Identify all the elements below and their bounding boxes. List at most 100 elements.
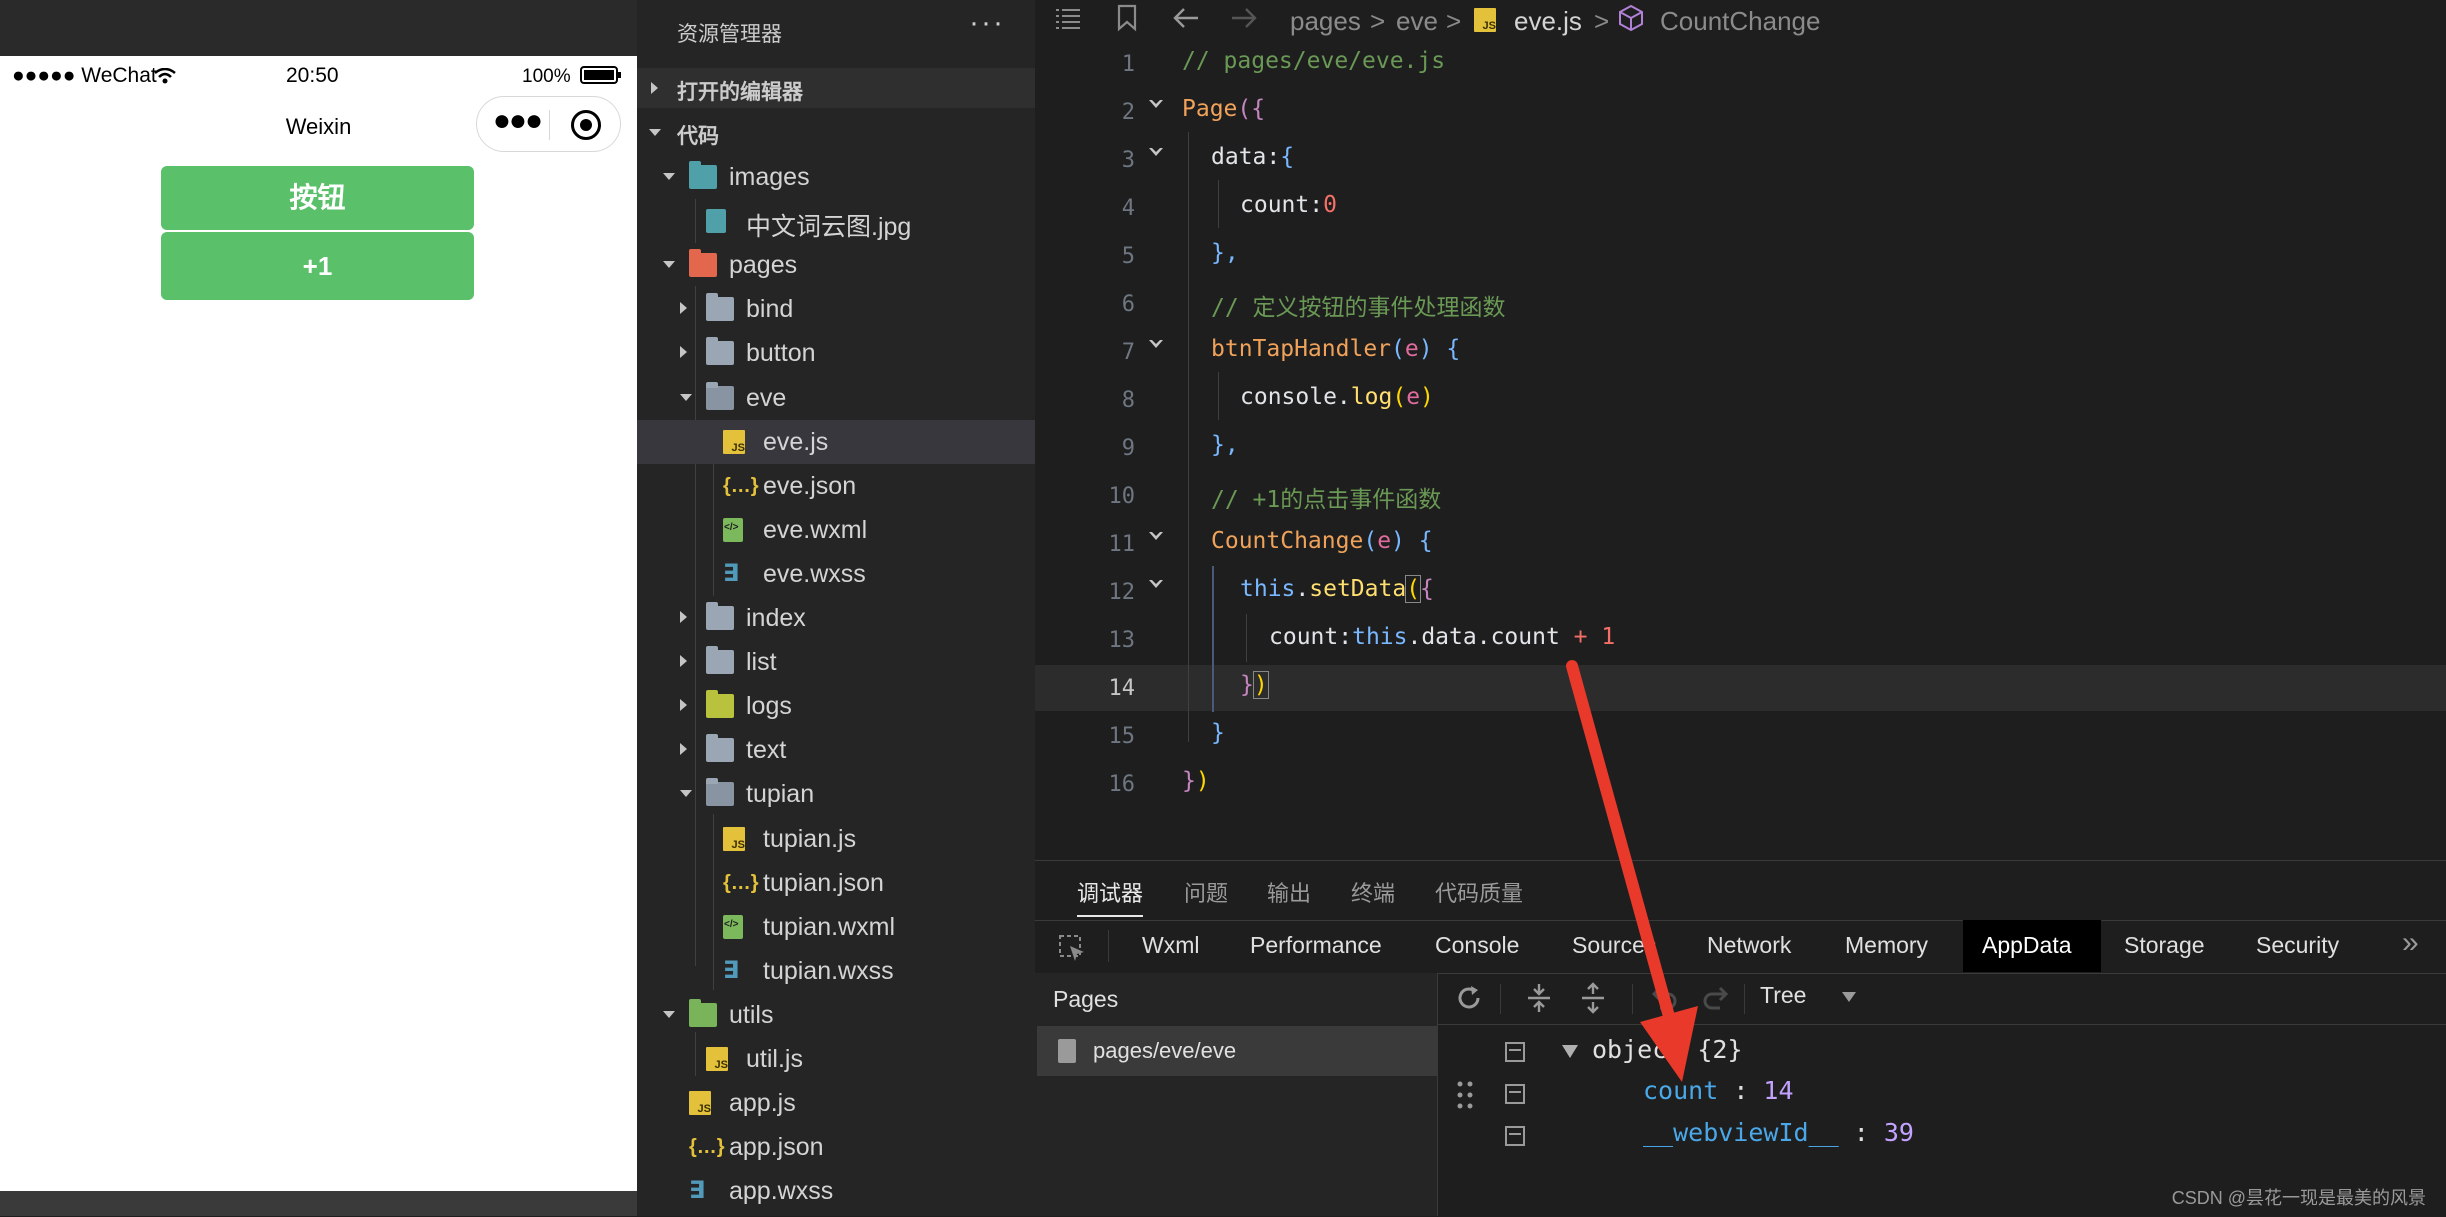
tree-item[interactable]: index: [637, 596, 1035, 640]
drag-handle-icon[interactable]: [1456, 1080, 1474, 1110]
section-open-editors[interactable]: 打开的编辑器: [637, 68, 1035, 108]
identifier: CountChange: [1211, 528, 1364, 554]
chevron-right-icon: [680, 743, 687, 755]
collapse-box-icon[interactable]: [1505, 1042, 1525, 1062]
increment-button[interactable]: +1: [161, 232, 474, 300]
code-line-16[interactable]: }): [1182, 768, 1210, 794]
tree-item[interactable]: {…} eve.json: [637, 464, 1035, 508]
tree-item[interactable]: images: [637, 155, 1035, 199]
devtab-wxml[interactable]: Wxml: [1142, 932, 1199, 959]
js-file-icon: JS: [1474, 8, 1496, 32]
back-arrow-icon[interactable]: [1172, 6, 1202, 30]
tree-item[interactable]: ∃ app.wxss: [637, 1169, 1035, 1213]
devtab-appdata[interactable]: AppData: [1982, 932, 2072, 959]
tree-item-label: eve.js: [763, 428, 829, 456]
refresh-icon[interactable]: [1455, 984, 1483, 1012]
tree-item[interactable]: JS tupian.js: [637, 817, 1035, 861]
forward-arrow-icon[interactable]: [1228, 6, 1258, 30]
line-number: 13: [1108, 628, 1136, 653]
view-mode-select[interactable]: Tree: [1760, 982, 1806, 1009]
tab-problems[interactable]: 问题: [1184, 876, 1228, 908]
dropdown-caret-icon[interactable]: [1842, 992, 1856, 1002]
collapse-box-icon[interactable]: [1505, 1126, 1525, 1146]
code-line-13[interactable]: count:this.data.count + 1: [1269, 624, 1615, 650]
tree-item[interactable]: eve: [637, 376, 1035, 420]
fold-chevron-icon[interactable]: [1149, 531, 1163, 540]
code-line-1[interactable]: // pages/eve/eve.js: [1182, 48, 1445, 74]
fold-chevron-icon[interactable]: [1149, 579, 1163, 588]
code-line-7[interactable]: btnTapHandler(e) {: [1211, 336, 1460, 362]
appdata-value[interactable]: 14: [1763, 1076, 1793, 1105]
tree-item[interactable]: 中文词云图.jpg: [637, 199, 1035, 243]
tree-item[interactable]: JS util.js: [637, 1037, 1035, 1081]
object: console.: [1240, 384, 1351, 410]
explorer-more-button[interactable]: ···: [969, 6, 1005, 40]
outline-list-icon[interactable]: [1054, 6, 1082, 30]
tree-item[interactable]: logs: [637, 684, 1035, 728]
tree-item[interactable]: JS eve.js: [637, 420, 1035, 464]
code-line-10[interactable]: // +1的点击事件函数: [1211, 480, 1441, 514]
fold-chevron-icon[interactable]: [1149, 99, 1163, 108]
chevron-right-icon: [651, 82, 658, 94]
pages-item-label[interactable]: pages/eve/eve: [1093, 1038, 1236, 1064]
tree-item[interactable]: list: [637, 640, 1035, 684]
more-tabs-chevron-icon[interactable]: »: [2402, 926, 2419, 960]
simulator-top-bar: [0, 0, 637, 56]
code-line-12[interactable]: this.setData({: [1240, 575, 1434, 603]
collapse-box-icon[interactable]: [1505, 1084, 1525, 1104]
appdata-value[interactable]: 39: [1884, 1118, 1914, 1147]
tree-item[interactable]: utils: [637, 993, 1035, 1037]
code-line-8[interactable]: console.log(e): [1240, 384, 1434, 410]
devtab-memory[interactable]: Memory: [1845, 932, 1928, 959]
tree-item[interactable]: JS app.js: [637, 1081, 1035, 1125]
fold-chevron-icon[interactable]: [1149, 339, 1163, 348]
code-line-2[interactable]: Page({: [1182, 96, 1265, 122]
code-line-9[interactable]: },: [1211, 432, 1239, 458]
breadcrumb-symbol[interactable]: CountChange: [1660, 6, 1820, 37]
more-dots-icon[interactable]: ●●●: [489, 104, 545, 138]
tree-item[interactable]: {…} app.json: [637, 1125, 1035, 1169]
tree-item[interactable]: text: [637, 728, 1035, 772]
folder-icon: [706, 602, 734, 630]
toolbar-divider: [1744, 984, 1745, 1014]
wxss-file-icon: ∃: [723, 560, 740, 587]
code-line-11[interactable]: CountChange(e) {: [1211, 528, 1433, 554]
tab-terminal[interactable]: 终端: [1351, 876, 1395, 908]
tab-output[interactable]: 输出: [1267, 876, 1311, 908]
fold-chevron-icon[interactable]: [1149, 147, 1163, 156]
tree-item[interactable]: tupian.wxml: [637, 905, 1035, 949]
code-line-15[interactable]: }: [1211, 720, 1225, 746]
breadcrumb-eve[interactable]: eve: [1396, 6, 1438, 37]
devtab-performance[interactable]: Performance: [1250, 932, 1382, 959]
capsule-divider: [549, 110, 550, 140]
tab-debugger[interactable]: 调试器: [1077, 876, 1143, 908]
js-file-icon: JS: [723, 827, 745, 851]
breadcrumb-pages[interactable]: pages: [1290, 6, 1361, 37]
param: e: [1404, 336, 1419, 362]
devtab-security[interactable]: Security: [2256, 932, 2339, 959]
inspect-element-icon[interactable]: [1058, 934, 1086, 962]
devtab-console[interactable]: Console: [1435, 932, 1519, 959]
tree-item[interactable]: tupian: [637, 772, 1035, 816]
code-line-5[interactable]: },: [1211, 240, 1239, 266]
tree-item[interactable]: button: [637, 331, 1035, 375]
code-line-14[interactable]: }): [1240, 671, 1269, 699]
tree-item[interactable]: pages: [637, 243, 1035, 287]
appdata-row-webviewid[interactable]: __webviewId__ : 39: [1643, 1118, 1914, 1147]
tab-code-quality[interactable]: 代码质量: [1435, 876, 1523, 908]
bookmark-icon[interactable]: [1116, 4, 1138, 32]
tree-item[interactable]: {…} tupian.json: [637, 861, 1035, 905]
breadcrumb-file[interactable]: eve.js: [1514, 6, 1582, 37]
tree-item[interactable]: bind: [637, 287, 1035, 331]
section-code[interactable]: 代码: [637, 112, 1035, 152]
primary-button[interactable]: 按钮: [161, 166, 474, 230]
devtab-storage[interactable]: Storage: [2124, 932, 2205, 959]
code-line-6[interactable]: // 定义按钮的事件处理函数: [1211, 288, 1506, 322]
code-line-4[interactable]: count:0: [1240, 192, 1337, 218]
wifi-icon: [154, 67, 176, 84]
tree-item[interactable]: ∃ tupian.wxss: [637, 949, 1035, 993]
close-target-icon[interactable]: [571, 110, 601, 140]
code-line-3[interactable]: data:{: [1211, 144, 1294, 170]
tree-item[interactable]: ∃ eve.wxss: [637, 552, 1035, 596]
tree-item[interactable]: eve.wxml: [637, 508, 1035, 552]
